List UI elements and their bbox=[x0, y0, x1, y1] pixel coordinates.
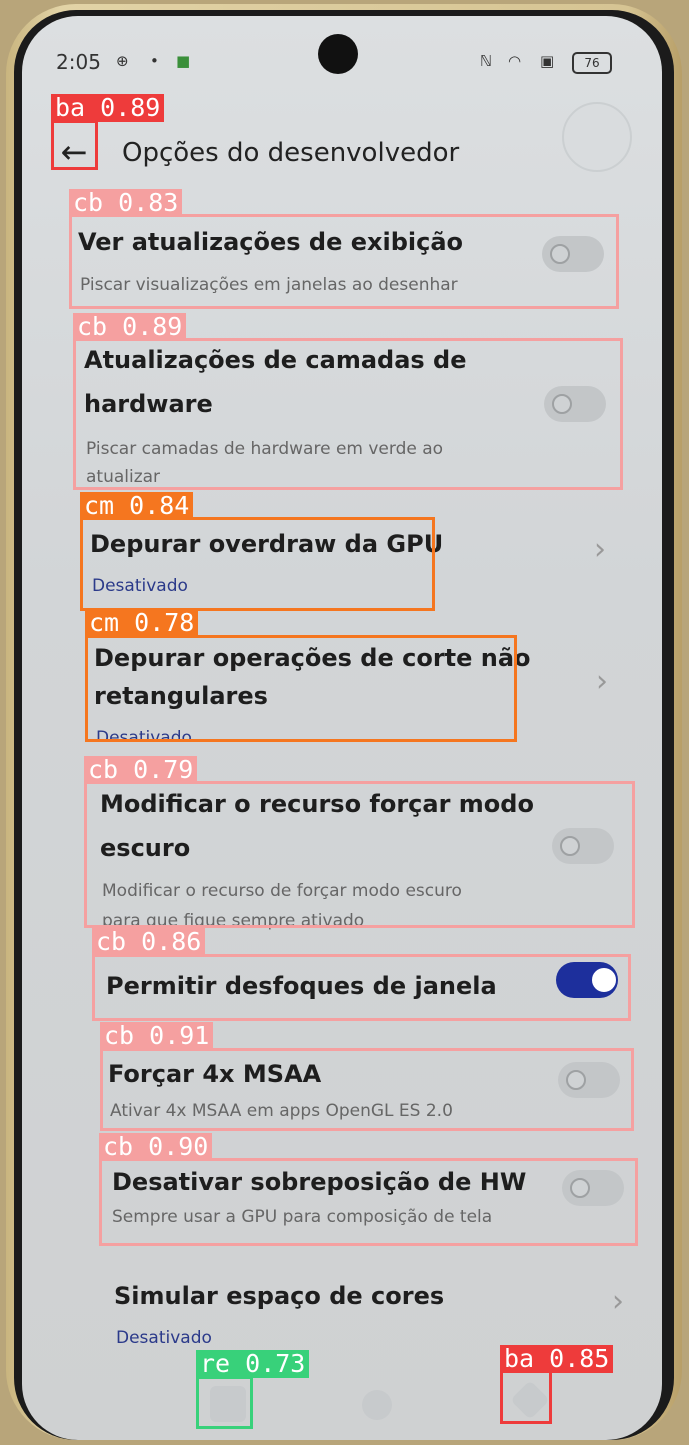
page-title: Opções do desenvolvedor bbox=[122, 138, 460, 168]
front-camera bbox=[318, 34, 358, 74]
annotation-label: cb 0.83 bbox=[69, 189, 183, 217]
annotation-label: cb 0.90 bbox=[99, 1133, 213, 1161]
annotation-label: ba 0.85 bbox=[500, 1345, 614, 1373]
annotation-label: cb 0.91 bbox=[100, 1022, 214, 1050]
annotation-label: cb 0.89 bbox=[73, 313, 187, 341]
annotation-box bbox=[85, 635, 517, 742]
annotation-label: ba 0.89 bbox=[51, 94, 165, 122]
app-icon: ■ bbox=[176, 52, 191, 70]
annotation-box bbox=[500, 1370, 552, 1424]
chevron-right-icon: › bbox=[596, 664, 608, 699]
annotation-label: cm 0.84 bbox=[80, 492, 194, 520]
annotation-label: cm 0.78 bbox=[85, 609, 199, 637]
floating-assist-button[interactable] bbox=[562, 102, 632, 172]
annotation-box bbox=[99, 1158, 638, 1246]
battery-indicator: 76 bbox=[572, 52, 612, 74]
globe-icon: ⊕ bbox=[116, 52, 129, 70]
setting-value: Desativado bbox=[116, 1328, 212, 1348]
annotation-box bbox=[80, 517, 435, 611]
annotation-box bbox=[73, 338, 623, 490]
chevron-right-icon: › bbox=[594, 532, 606, 567]
status-bar: 2:05 ⊕ • ■ ℕ ◠ ▣ 76 bbox=[22, 16, 662, 96]
annotation-box bbox=[92, 954, 631, 1021]
nfc-icon: ℕ bbox=[480, 52, 493, 70]
notification-icon: • bbox=[150, 52, 159, 70]
setting-title: Simular espaço de cores bbox=[114, 1282, 445, 1310]
annotation-box bbox=[100, 1048, 634, 1131]
annotation-label: cb 0.79 bbox=[84, 756, 198, 784]
annotation-label: re 0.73 bbox=[196, 1350, 310, 1378]
sim-icon: ▣ bbox=[540, 52, 555, 70]
annotation-box bbox=[84, 781, 635, 928]
annotation-box bbox=[51, 120, 98, 170]
annotation-box bbox=[69, 214, 619, 309]
home-button[interactable] bbox=[362, 1390, 392, 1420]
annotation-label: cb 0.86 bbox=[92, 928, 206, 956]
chevron-right-icon: › bbox=[612, 1284, 624, 1319]
annotation-box bbox=[196, 1376, 253, 1429]
status-time: 2:05 bbox=[56, 50, 101, 74]
wifi-icon: ◠ bbox=[508, 52, 522, 70]
